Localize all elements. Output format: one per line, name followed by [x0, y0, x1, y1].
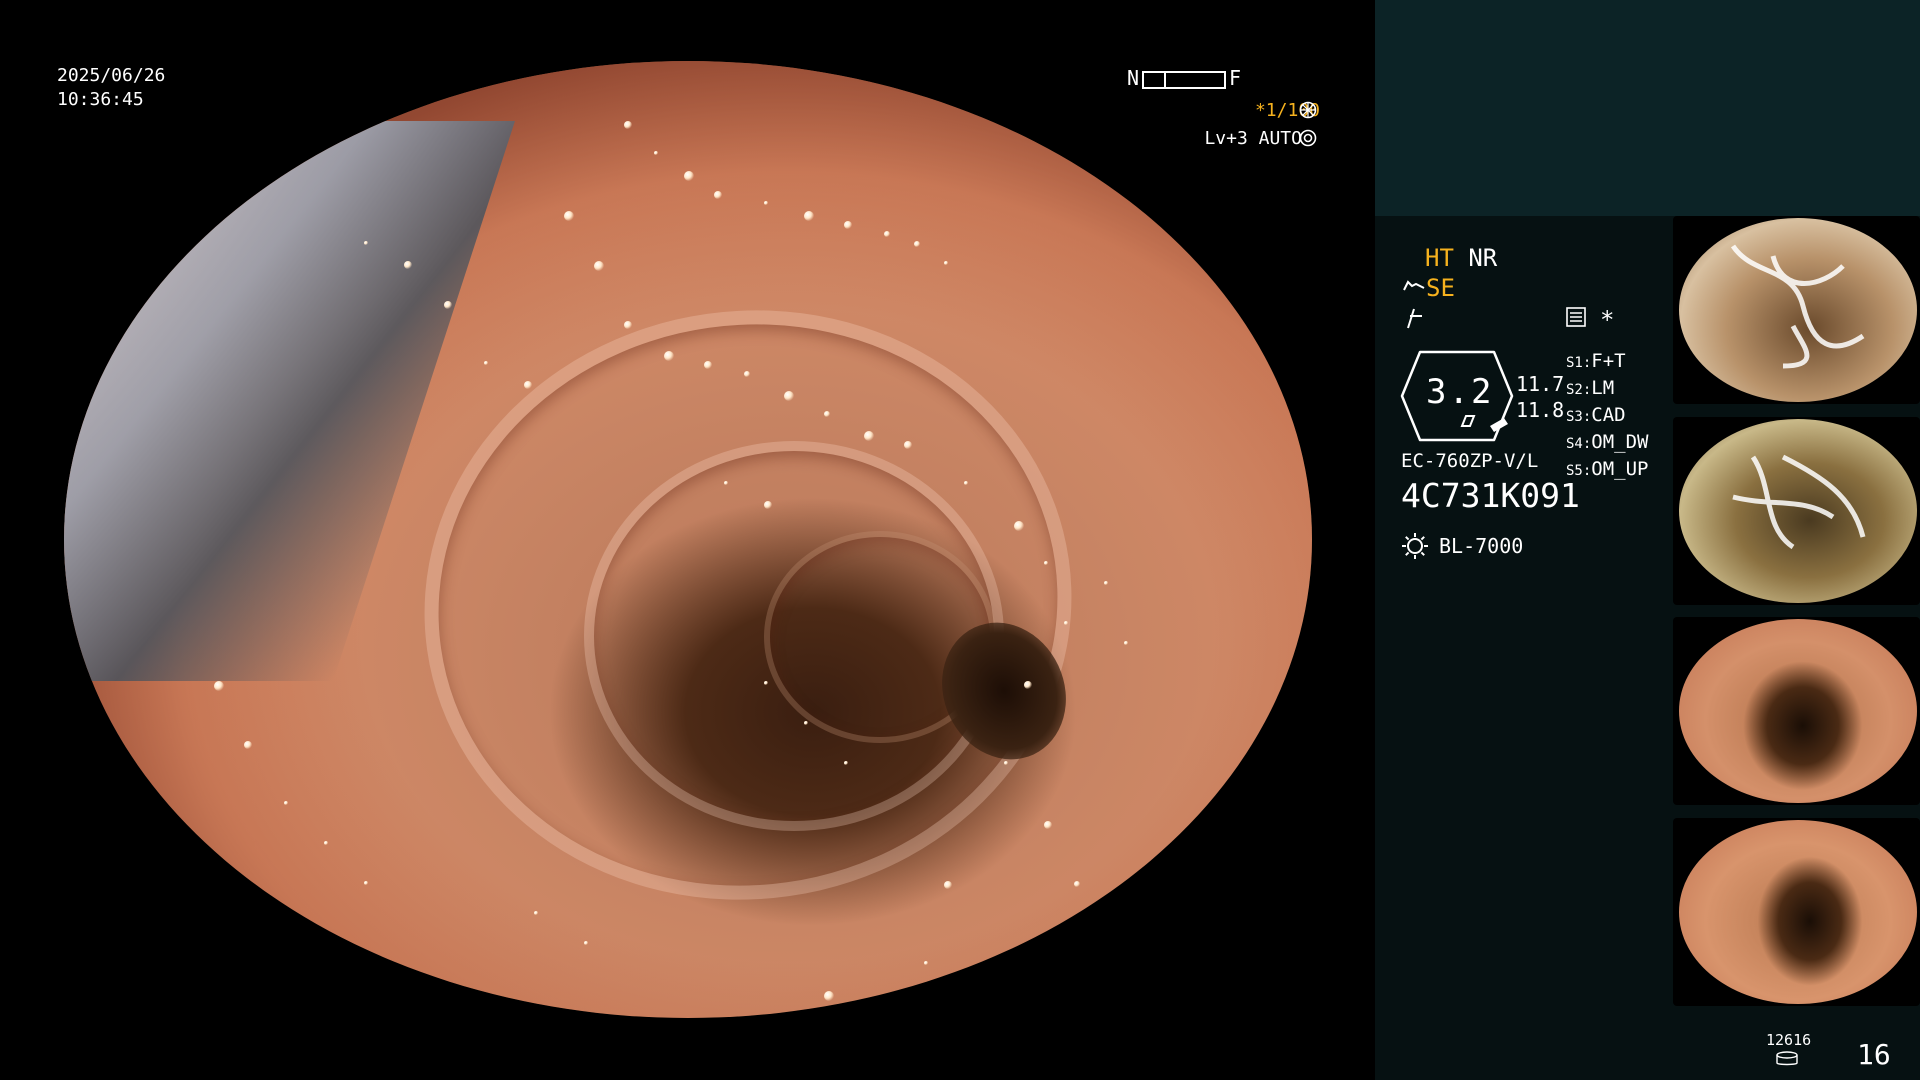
bubble [564, 211, 574, 221]
time-text: 10:36:45 [57, 89, 144, 110]
readout-1: 11.7 [1516, 372, 1565, 396]
bubble [1014, 521, 1024, 531]
scale-far-label: F [1229, 66, 1242, 90]
storage-icon [1775, 1051, 1799, 1067]
bubble [594, 261, 604, 271]
color-mode-icon [1402, 306, 1426, 330]
panel-header [1375, 0, 1920, 216]
image-count: 16 [1857, 1038, 1891, 1071]
switch-list: S1:F+T S2:LM S3:CAD S4:OM_DW S5:OM_UP [1566, 349, 1649, 484]
thumbnail-1[interactable] [1673, 216, 1920, 404]
bubble [534, 911, 538, 915]
bubble [684, 171, 694, 181]
bubble [944, 881, 952, 889]
mode-ht: HT [1425, 244, 1454, 272]
bubble [784, 391, 794, 401]
bubble [324, 841, 328, 845]
bubble [944, 261, 948, 265]
bubble [1024, 681, 1032, 689]
bubble [844, 761, 848, 765]
bubble [924, 961, 928, 965]
bubble [624, 121, 632, 129]
switch-row: S3:CAD [1566, 404, 1626, 426]
bubble [714, 191, 722, 199]
switch-row: S2:LM [1566, 377, 1615, 399]
bubble [764, 501, 772, 509]
mode-nr: NR [1468, 244, 1498, 272]
datetime: 2025/06/26 10:36:45 [57, 64, 165, 112]
bubble [1064, 621, 1068, 625]
scale-near-label: N [1127, 66, 1140, 90]
bubble [804, 211, 814, 221]
bubble [244, 741, 252, 749]
bubble [664, 351, 674, 361]
bubble [1074, 881, 1080, 887]
thumbnail-2[interactable] [1673, 417, 1920, 605]
bubble [864, 431, 874, 441]
bubble [914, 241, 920, 247]
bubble [524, 381, 532, 389]
light-source-label: BL-7000 [1439, 534, 1524, 558]
thumbnail-3[interactable] [1673, 617, 1920, 805]
readouts: 11.7 11.8 [1516, 371, 1564, 423]
bubble [744, 371, 750, 377]
scope-model: EC-760ZP-V/L [1401, 450, 1539, 472]
bubble [1044, 821, 1052, 829]
star-marker: * [1600, 306, 1615, 334]
bubble [584, 941, 588, 945]
scale-bar [1142, 70, 1227, 89]
readout-2: 11.8 [1516, 398, 1565, 422]
bubble [824, 991, 834, 1001]
thumbnail-image [1679, 619, 1917, 803]
bubble [1044, 561, 1048, 565]
auto-iris-icon [1299, 129, 1317, 147]
structure-enhance-icon [1402, 276, 1426, 300]
memo-icon [1565, 306, 1587, 328]
bubble [364, 241, 368, 245]
bubble [804, 721, 808, 725]
bubble [214, 681, 224, 691]
switch-row: S4:OM_DW [1566, 431, 1649, 453]
bubble [964, 481, 968, 485]
endoscope-view [64, 61, 1312, 1018]
light-source-icon [1401, 532, 1429, 560]
thumbnail-image [1679, 820, 1917, 1004]
scope-serial: 4C731K091 [1401, 476, 1580, 515]
near-far-scale: NF [1127, 66, 1241, 90]
level-text: Lv+3 AUTO [1204, 128, 1302, 149]
bubble [904, 441, 912, 449]
bubble [844, 221, 852, 229]
switch-row: S1:F+T [1566, 350, 1626, 372]
shutter-icon [1299, 101, 1317, 119]
bubble [404, 261, 412, 269]
bubble [824, 411, 830, 417]
storage-count: 12616 [1766, 1031, 1812, 1049]
thumbnail-4[interactable] [1673, 818, 1920, 1006]
bubble [1004, 761, 1008, 765]
bubble [284, 801, 288, 805]
bubble [764, 201, 768, 205]
mode-row-1: HT NR [1425, 244, 1497, 272]
bubble [364, 881, 368, 885]
zoom-value: 3.2 [1426, 372, 1494, 412]
bubble [444, 301, 452, 309]
bubble [764, 681, 768, 685]
bubble [884, 231, 890, 237]
mode-se: SE [1426, 274, 1455, 302]
bubble [484, 361, 488, 365]
bubble [1124, 641, 1128, 645]
zoom-indicator: 3.2 [1400, 350, 1514, 442]
date-text: 2025/06/26 [57, 65, 166, 86]
bubble [654, 151, 658, 155]
bubble [1104, 581, 1108, 585]
bubble [624, 321, 632, 329]
bubble [704, 361, 712, 369]
bubble [724, 481, 728, 485]
